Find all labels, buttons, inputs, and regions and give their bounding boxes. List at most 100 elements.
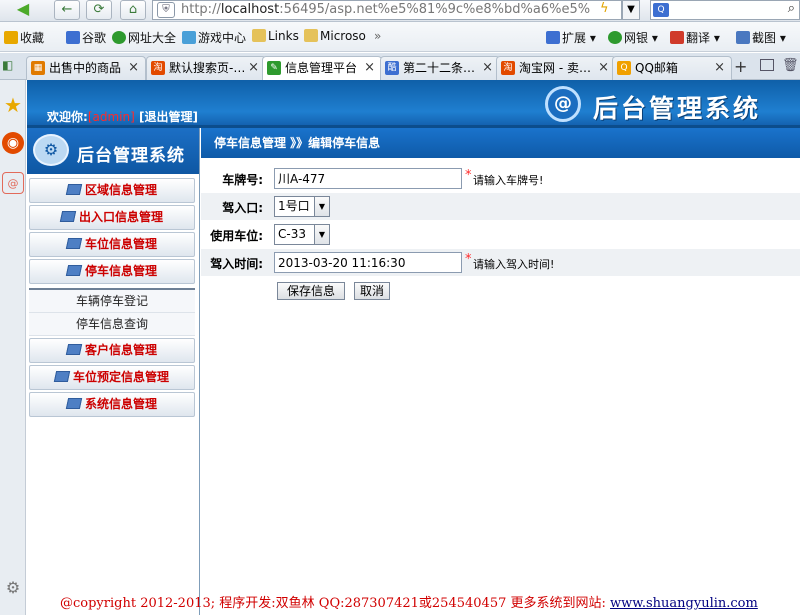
space-label: 使用车位: <box>210 229 263 243</box>
sidebar-header: ⚙ 后台管理系统 <box>27 128 199 174</box>
magnifier-icon[interactable]: ⌕ <box>788 1 795 16</box>
tab-products[interactable]: ▦ 出售中的商品 × <box>26 56 146 80</box>
tool-translate[interactable]: 翻译 ▾ <box>670 29 720 46</box>
plate-hint: 请输入车牌号! <box>473 174 544 187</box>
dropdown-arrow-icon[interactable]: ▼ <box>314 197 329 216</box>
sidebar-item-label: 车位信息管理 <box>84 237 157 251</box>
browser-logo-icon: ◀ <box>16 0 30 18</box>
logout-link[interactable]: [退出管理] <box>139 110 198 124</box>
sidebar-item-label: 车位预定信息管理 <box>72 370 169 384</box>
welcome-text: 欢迎你:[admin] [退出管理] <box>47 108 198 125</box>
browser-navbar: ◀ ← ⟳ ⌂ ⛨ http://localhost:56495/asp.net… <box>0 0 800 22</box>
new-tab-button[interactable]: + <box>734 57 747 76</box>
tab-taobao[interactable]: 淘淘宝网 - 卖… × <box>496 56 616 80</box>
search-input[interactable]: Q ⌕ <box>650 0 800 20</box>
website-link[interactable]: www.shuangyulin.com <box>610 596 758 611</box>
menu-bullet-icon <box>65 184 83 195</box>
sidebar-item-customers[interactable]: 客户信息管理 <box>29 338 195 363</box>
tab-label: 出售中的商品 <box>49 61 122 75</box>
menu-bullet-icon <box>53 371 71 382</box>
ku-icon: 酷 <box>385 61 399 75</box>
main-content: 停车信息管理 》》编辑停车信息 车牌号: * 请输入车牌号! 驾入口: 1号口 … <box>201 128 800 615</box>
close-icon[interactable]: × <box>128 57 139 79</box>
weibo-icon[interactable]: ◉ <box>2 132 24 154</box>
sidebar-item-parking[interactable]: 停车信息管理 <box>29 259 195 284</box>
cancel-button[interactable]: 取消 <box>354 282 390 300</box>
tab-catch22[interactable]: 酷第二十二条… × <box>380 56 500 80</box>
entrance-select[interactable]: 1号口 ▼ <box>274 196 330 217</box>
favorites-item-games[interactable]: 游戏中心 <box>182 29 246 46</box>
sidebar-item-reservations[interactable]: 车位预定信息管理 <box>29 365 195 390</box>
tab-label: 信息管理平台 <box>285 61 358 75</box>
form-row-entrance: 驾入口: 1号口 ▼ <box>201 193 800 220</box>
translate-icon <box>670 31 684 44</box>
favorites-item-google[interactable]: 谷歌 <box>66 29 106 46</box>
sidebar-toggle-icon[interactable]: ◧ <box>2 58 22 76</box>
address-bar[interactable]: ⛨ http://localhost:56495/asp.net%e5%81%9… <box>152 0 622 20</box>
tool-extensions[interactable]: 扩展 ▾ <box>546 29 596 46</box>
refresh-icon[interactable]: ⟳ <box>86 0 112 20</box>
sidebar-item-spaces[interactable]: 车位信息管理 <box>29 232 195 257</box>
close-icon[interactable]: × <box>598 57 609 79</box>
favorites-more-button[interactable]: » <box>374 29 381 43</box>
favorite-label: 谷歌 <box>82 31 107 45</box>
trash-icon[interactable]: 🗑 <box>782 58 799 73</box>
tool-label: 网银 <box>624 31 649 45</box>
required-mark: * <box>465 168 472 183</box>
close-icon[interactable]: × <box>714 57 725 79</box>
required-mark: * <box>465 252 472 267</box>
sidebar-item-label: 停车信息管理 <box>84 264 157 278</box>
sidebar-item-label: 区域信息管理 <box>84 183 157 197</box>
taobao-icon: 淘 <box>501 61 515 75</box>
tool-screenshot[interactable]: 截图 ▾ <box>736 29 786 46</box>
time-hint: 请输入驾入时间! <box>473 258 555 271</box>
sidebar-item-label: 客户信息管理 <box>84 343 157 357</box>
close-icon[interactable]: × <box>364 57 375 79</box>
game-icon <box>182 31 196 44</box>
home-icon[interactable]: ⌂ <box>120 0 146 20</box>
welcome-prefix: 欢迎你: <box>47 110 88 124</box>
tab-qq-mail[interactable]: Q QQ邮箱 × <box>612 56 732 80</box>
close-icon[interactable]: × <box>248 57 259 79</box>
favorites-item-collect[interactable]: 收藏 <box>4 29 44 46</box>
tab-search-page[interactable]: 淘默认搜索页-… × <box>146 56 266 80</box>
favorite-label: 网址大全 <box>128 31 177 45</box>
restore-tab-icon[interactable] <box>760 59 774 71</box>
bank-icon <box>608 31 622 44</box>
username-label: [admin] <box>87 110 135 124</box>
favorite-label: Links <box>268 29 299 43</box>
form-row-time: 驾入时间: * 请输入驾入时间! <box>201 249 800 276</box>
plate-label: 车牌号: <box>222 173 263 187</box>
submenu-item-query[interactable]: 停车信息查询 <box>29 313 195 336</box>
submenu-item-register[interactable]: 车辆停车登记 <box>29 290 195 313</box>
address-dropdown-button[interactable]: ▼ <box>622 0 640 20</box>
tool-label: 翻译 <box>686 31 711 45</box>
back-arrow-icon[interactable]: ← <box>54 0 80 20</box>
tab-info-platform[interactable]: ✎ 信息管理平台 × <box>262 56 382 80</box>
form-row-plate: 车牌号: * 请输入车牌号! <box>201 165 800 192</box>
settings-gear-icon[interactable]: ⚙ <box>2 577 24 599</box>
favorites-bar: 收藏 谷歌 网址大全 游戏中心 Links Microso » 扩展 ▾ 网银 … <box>0 22 800 52</box>
mail-icon[interactable]: @ <box>2 172 24 194</box>
time-input[interactable] <box>274 252 462 273</box>
save-button[interactable]: 保存信息 <box>277 282 345 300</box>
favorite-label: 收藏 <box>20 31 45 45</box>
search-engine-icon[interactable]: Q <box>653 3 669 17</box>
sidebar-item-system[interactable]: 系统信息管理 <box>29 392 195 417</box>
favorites-item-microsoft[interactable]: Microso <box>304 29 366 43</box>
shield-icon: ⛨ <box>157 2 175 18</box>
sidebar-item-gates[interactable]: 出入口信息管理 <box>29 205 195 230</box>
close-icon[interactable]: × <box>482 57 493 79</box>
tool-banking[interactable]: 网银 ▾ <box>608 29 658 46</box>
favorites-item-links[interactable]: Links <box>252 29 299 43</box>
footer: @copyright 2012-2013; 程序开发:双鱼林 QQ:287307… <box>60 592 758 611</box>
dropdown-arrow-icon[interactable]: ▼ <box>314 225 329 244</box>
space-select[interactable]: C-33 ▼ <box>274 224 330 245</box>
sidebar-item-area[interactable]: 区域信息管理 <box>29 178 195 203</box>
favorites-item-sites[interactable]: 网址大全 <box>112 29 176 46</box>
folder-icon <box>252 29 266 42</box>
lightning-icon[interactable]: ϟ <box>600 1 609 16</box>
plate-input[interactable] <box>274 168 462 189</box>
star-icon[interactable]: ★ <box>2 94 24 116</box>
sidebar-title: 后台管理系统 <box>77 146 185 166</box>
